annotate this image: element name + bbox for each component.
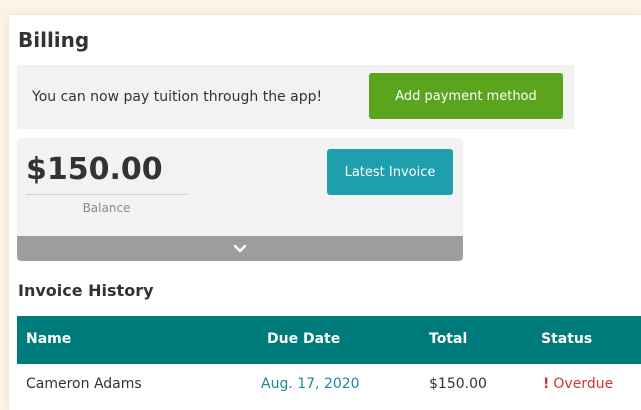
balance-label: Balance xyxy=(82,201,131,215)
expand-toggle[interactable] xyxy=(17,236,463,261)
add-payment-method-button[interactable]: Add payment method xyxy=(369,73,563,119)
invoice-total: $150.00 xyxy=(429,376,487,392)
promo-banner: You can now pay tuition through the app!… xyxy=(17,65,574,129)
divider xyxy=(26,194,187,195)
invoice-due-date-link[interactable]: Aug. 17, 2020 xyxy=(261,376,360,392)
invoice-status: ! Overdue xyxy=(543,376,613,392)
latest-invoice-button[interactable]: Latest Invoice xyxy=(327,149,453,195)
invoice-status-text: Overdue xyxy=(553,376,614,392)
column-header-due-date: Due Date xyxy=(267,331,341,347)
billing-panel: Billing You can now pay tuition through … xyxy=(9,15,641,410)
chevron-down-icon xyxy=(233,244,247,253)
table-header: Name Due Date Total Status xyxy=(17,316,641,364)
balance-card: $150.00 Balance Latest Invoice xyxy=(17,138,463,261)
invoice-table: Name Due Date Total Status Cameron Adams… xyxy=(17,316,641,407)
table-row: Cameron Adams Aug. 17, 2020 $150.00 ! Ove… xyxy=(17,364,641,407)
promo-text: You can now pay tuition through the app! xyxy=(32,89,323,105)
column-header-status: Status xyxy=(541,331,593,347)
column-header-name: Name xyxy=(26,331,72,347)
invoice-history-title: Invoice History xyxy=(18,281,154,300)
invoice-name: Cameron Adams xyxy=(26,376,142,392)
exclamation-icon: ! xyxy=(543,376,550,392)
balance-amount: $150.00 xyxy=(26,152,163,187)
column-header-total: Total xyxy=(429,331,468,347)
page-title: Billing xyxy=(18,28,90,52)
